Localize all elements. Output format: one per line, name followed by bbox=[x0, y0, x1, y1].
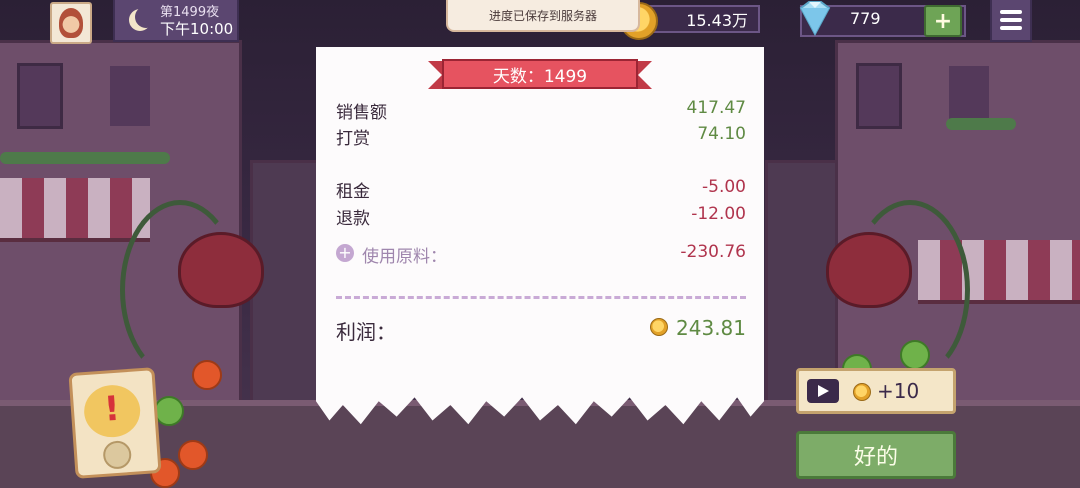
divider bbox=[336, 296, 746, 299]
play-video-icon bbox=[807, 379, 839, 403]
time-label: 下午10:00 bbox=[160, 20, 234, 38]
alert-card[interactable]: ! bbox=[68, 367, 162, 479]
banner-tail-left bbox=[428, 61, 442, 89]
ingredients-label: 使用原料： bbox=[362, 247, 447, 267]
left-roof-plants bbox=[0, 152, 170, 164]
menu-icon-line bbox=[1000, 26, 1022, 30]
banner-tail-right bbox=[638, 61, 652, 89]
ad-reward-amount: +10 bbox=[877, 379, 920, 403]
exclamation-icon: ! bbox=[102, 388, 122, 430]
food-item bbox=[154, 396, 184, 426]
menu-icon-line bbox=[1000, 10, 1022, 14]
ingredients-row[interactable]: + 使用原料： -230.76 bbox=[336, 242, 746, 267]
food-item bbox=[192, 360, 222, 390]
rent-label: 租金 bbox=[336, 182, 370, 202]
diamond-icon bbox=[799, 1, 831, 36]
add-gems-button[interactable]: + bbox=[924, 5, 962, 37]
left-plant-flower bbox=[178, 232, 264, 308]
sales-row: 销售额 417.47 bbox=[336, 98, 746, 123]
ok-button[interactable]: 好的 bbox=[796, 431, 956, 479]
sales-value: 417.47 bbox=[686, 98, 746, 118]
day-banner: 天数：1499 bbox=[428, 57, 652, 93]
coin-icon bbox=[650, 318, 669, 336]
profit-value: 243.81 bbox=[676, 316, 746, 340]
rent-value: -5.00 bbox=[702, 177, 746, 197]
tips-row: 打赏 74.10 bbox=[336, 124, 746, 149]
profit-row: 利润： 243.81 bbox=[336, 316, 746, 344]
tips-label: 打赏 bbox=[336, 129, 370, 149]
save-toast: 进度已保存到服务器 bbox=[446, 0, 640, 32]
gem-count: 779 bbox=[850, 9, 881, 28]
rent-row: 租金 -5.00 bbox=[336, 177, 746, 202]
avatar-face-icon bbox=[59, 8, 83, 38]
player-avatar[interactable] bbox=[50, 2, 92, 44]
refund-row: 退款 -12.00 bbox=[336, 204, 746, 229]
alert-dot-icon bbox=[102, 439, 133, 470]
profit-value-wrap: 243.81 bbox=[650, 316, 746, 340]
refund-value: -12.00 bbox=[691, 204, 746, 224]
day-time-panel: 第1499夜 下午10:00 bbox=[113, 0, 239, 42]
profit-label: 利润： bbox=[336, 320, 396, 344]
coin-icon bbox=[853, 383, 871, 401]
sales-label: 销售额 bbox=[336, 103, 387, 123]
tips-value: 74.10 bbox=[697, 124, 746, 144]
day-banner-text: 天数：1499 bbox=[442, 59, 638, 89]
right-roof-plants bbox=[946, 118, 1016, 130]
moon-icon bbox=[135, 6, 157, 28]
refund-label: 退款 bbox=[336, 209, 370, 229]
right-plant-flower bbox=[826, 232, 912, 308]
food-item bbox=[900, 340, 930, 370]
food-item bbox=[178, 440, 208, 470]
menu-button[interactable] bbox=[990, 0, 1032, 42]
left-awning bbox=[0, 178, 150, 242]
expand-plus-icon[interactable]: + bbox=[336, 244, 354, 262]
menu-icon-line bbox=[1000, 18, 1022, 22]
watch-ad-button[interactable]: +10 bbox=[796, 368, 956, 414]
ingredients-value: -230.76 bbox=[680, 242, 746, 262]
